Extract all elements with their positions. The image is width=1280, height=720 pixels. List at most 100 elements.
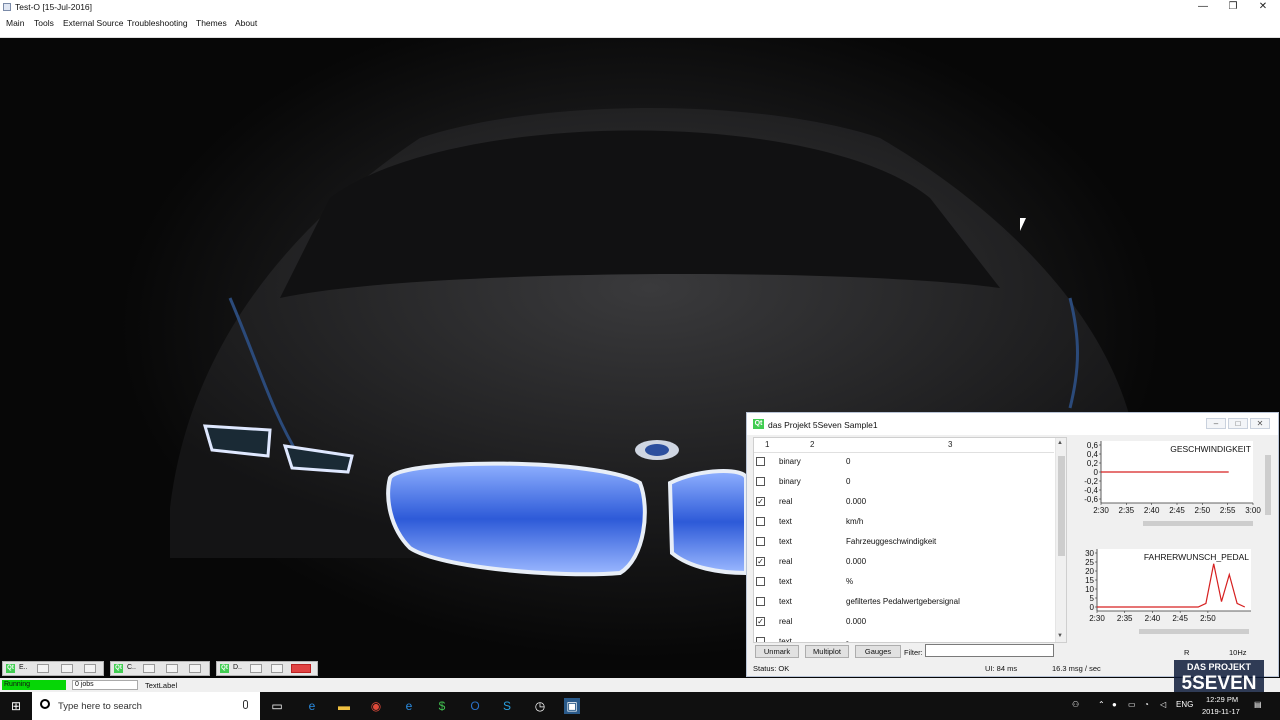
table-row[interactable]: text km/h	[754, 512, 1054, 532]
table-row[interactable]: text gefiltertes Pedalwertgebersignal	[754, 592, 1054, 612]
active-app-icon[interactable]: ▣	[564, 698, 580, 714]
x-tick-label: 2:55	[1220, 506, 1236, 515]
table-row[interactable]: binary 0	[754, 472, 1054, 492]
table-row[interactable]: text%	[754, 572, 1054, 592]
project-window: Qt das Projekt 5Seven Sample1 – □ ✕ 1 2 …	[746, 412, 1279, 677]
clock-date[interactable]: 2019-11-17	[1202, 707, 1240, 716]
restore-icon[interactable]	[37, 664, 49, 673]
clock-time[interactable]: 12:29 PM	[1206, 695, 1238, 704]
scroll-up-icon[interactable]: ▲	[1057, 440, 1063, 446]
maximize-icon[interactable]	[271, 664, 283, 673]
plot-hscrollbar-thumb	[1139, 629, 1249, 634]
close-icon[interactable]	[291, 664, 311, 673]
row-type: real	[779, 497, 793, 506]
language-indicator[interactable]: ENG	[1176, 700, 1193, 709]
maximize-button[interactable]: ❐	[1218, 0, 1248, 14]
skype-icon[interactable]: S	[499, 698, 515, 714]
row-checkbox[interactable]: ✓	[756, 497, 765, 506]
scroll-down-icon[interactable]: ▼	[1057, 633, 1063, 639]
child-maximize-button[interactable]: □	[1228, 418, 1248, 429]
minimize-button[interactable]: —	[1188, 0, 1218, 14]
menu-tools[interactable]: Tools	[34, 18, 54, 28]
row-checkbox[interactable]: ✓	[756, 617, 765, 626]
x-tick-label: 2:40	[1145, 614, 1161, 623]
project-window-titlebar[interactable]: Qt das Projekt 5Seven Sample1 – □ ✕	[747, 413, 1278, 435]
clock-app-icon[interactable]: ◷	[532, 698, 548, 714]
outlook-icon[interactable]: O	[467, 698, 483, 714]
gauges-button[interactable]: Gauges	[855, 645, 901, 658]
table-row[interactable]: ✓ real 0.000	[754, 612, 1054, 632]
cortana-icon	[40, 699, 50, 709]
taskbar-search[interactable]: Type here to search	[32, 692, 260, 720]
close-icon[interactable]	[84, 664, 96, 673]
edge-icon[interactable]: e	[304, 698, 320, 714]
menu-themes[interactable]: Themes	[196, 18, 227, 28]
multiplot-button[interactable]: Multiplot	[805, 645, 849, 658]
row-checkbox[interactable]: ✓	[756, 557, 765, 566]
tray-chevron-icon[interactable]: ⌃	[1098, 700, 1105, 709]
y-tick-label: 5	[1090, 594, 1095, 603]
microphone-icon[interactable]	[243, 700, 248, 709]
dollar-app-icon[interactable]: $	[434, 698, 450, 714]
column-header-3[interactable]: 3	[948, 440, 952, 449]
unmark-button[interactable]: Unmark	[755, 645, 799, 658]
filter-input[interactable]	[925, 644, 1054, 657]
app-icon	[3, 3, 11, 11]
signal-table: 1 2 3 binary 0 binary 0 ✓ real 0.000 text km/h te…	[753, 437, 1067, 643]
notification-icon[interactable]: ▤	[1254, 700, 1262, 709]
child-close-button[interactable]: ✕	[1250, 418, 1270, 429]
maximize-icon[interactable]	[166, 664, 178, 673]
row-type: real	[779, 557, 793, 566]
qt-icon: Qt	[753, 419, 764, 429]
windows-start-icon[interactable]: ⊞	[8, 698, 24, 714]
close-button[interactable]: ✕	[1248, 0, 1278, 14]
scrollbar-thumb[interactable]	[1058, 456, 1065, 556]
row-value: 0	[846, 477, 851, 486]
minimized-window-1[interactable]: Qt E..	[2, 661, 104, 676]
table-row[interactable]: text Fahrzeuggeschwindigkeit	[754, 532, 1054, 552]
title-bar: Test-O [15-Jul-2016] — ❐ ✕	[0, 0, 1280, 14]
close-icon[interactable]	[189, 664, 201, 673]
running-indicator: Running	[2, 680, 66, 690]
row-checkbox[interactable]	[756, 577, 765, 586]
task-view-icon[interactable]: ▭	[269, 698, 285, 714]
menu-external-source[interactable]: External Source	[63, 18, 123, 28]
table-row[interactable]: binary 0	[754, 452, 1054, 472]
status-text: Status: OK	[753, 664, 790, 673]
x-tick-label: 2:50	[1195, 506, 1211, 515]
internet-explorer-icon[interactable]: e	[401, 698, 417, 714]
tray-app-icon[interactable]: ●	[1112, 700, 1117, 709]
menu-troubleshooting[interactable]: Troubleshooting	[127, 18, 188, 28]
row-checkbox[interactable]	[756, 597, 765, 606]
file-explorer-icon[interactable]: ▬	[336, 698, 352, 714]
menu-main[interactable]: Main	[6, 18, 24, 28]
menu-about[interactable]: About	[235, 18, 257, 28]
table-row[interactable]: ✓ real 0.000	[754, 552, 1054, 572]
restore-icon[interactable]	[143, 664, 155, 673]
table-row[interactable]: text -	[754, 632, 1054, 643]
people-icon[interactable]: ⚇	[1072, 700, 1079, 709]
column-header-1[interactable]: 1	[765, 440, 769, 449]
minimized-window-3[interactable]: Qt D..	[216, 661, 318, 676]
row-checkbox[interactable]	[756, 537, 765, 546]
row-checkbox[interactable]	[756, 517, 765, 526]
minimized-window-2[interactable]: Qt C..	[110, 661, 210, 676]
y-tick-label: 0	[1090, 603, 1095, 612]
column-header-2[interactable]: 2	[810, 440, 814, 449]
table-scrollbar[interactable]: ▲ ▼	[1055, 438, 1066, 642]
qt-icon: Qt	[6, 664, 15, 673]
table-row[interactable]: ✓ real 0.000	[754, 492, 1054, 512]
network-icon[interactable]: ◔	[1144, 700, 1149, 709]
battery-icon[interactable]: ▭	[1128, 700, 1136, 709]
row-checkbox[interactable]	[756, 457, 765, 466]
child-minimize-button[interactable]: –	[1206, 418, 1226, 429]
row-type: text	[779, 637, 792, 643]
maximize-icon[interactable]	[61, 664, 73, 673]
row-checkbox[interactable]	[756, 477, 765, 486]
restore-icon[interactable]	[250, 664, 262, 673]
x-tick-label: 2:30	[1093, 506, 1109, 515]
volume-icon[interactable]: ◁	[1160, 700, 1166, 709]
row-checkbox[interactable]	[756, 637, 765, 642]
watermark-line1: DAS PROJEKT	[1187, 662, 1252, 672]
chrome-icon[interactable]: ◉	[368, 698, 384, 714]
